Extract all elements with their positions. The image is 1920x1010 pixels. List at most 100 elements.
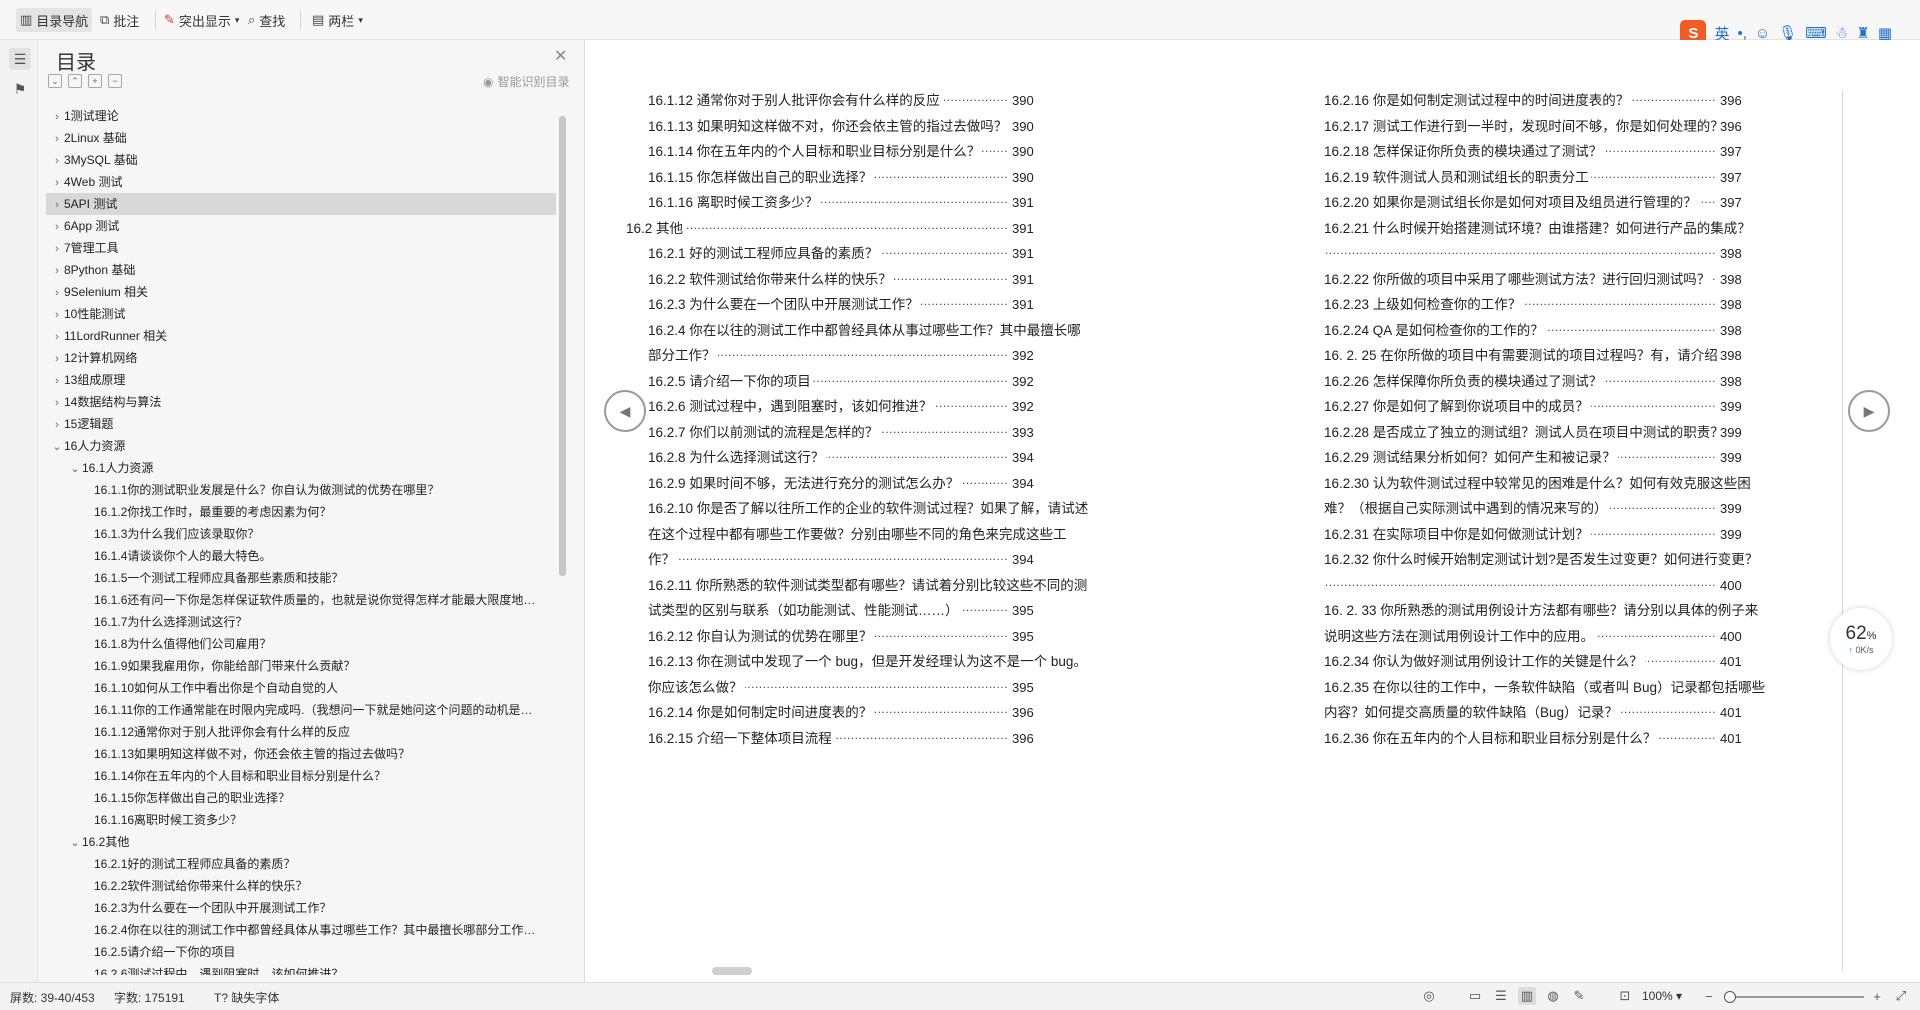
toc-item[interactable]: 16.2.1好的测试工程师应具备的素质？ <box>46 853 556 875</box>
eye-protect-icon[interactable]: ◎ <box>1420 987 1438 1005</box>
toc-entry[interactable]: 作？ <box>648 549 677 571</box>
pen-icon[interactable]: ✎ <box>1570 987 1588 1005</box>
toc-entry[interactable]: 16.2.30 认为软件测试过程中较常见的困难是什么？如何有效克服这些困 <box>1324 472 1753 495</box>
toc-entry[interactable]: 16.2.23 上级如何检查你的工作？ <box>1324 294 1524 316</box>
toc-entry[interactable]: 16.2.19 软件测试人员和测试组长的职责分工 <box>1324 166 1591 189</box>
highlight-button[interactable]: ✎ 突出显示 ▾ <box>160 8 243 32</box>
smart-toc-button[interactable]: ◉ 智能识别目录 <box>483 73 570 90</box>
toc-item[interactable]: › 3MySQL 基础 <box>46 149 556 171</box>
toc-entry[interactable]: 16.2.28 是否成立了独立的测试组？测试人员在项目中测试的职责？ <box>1324 421 1726 444</box>
toc-item[interactable]: › 9Selenium 相关 <box>46 281 556 303</box>
toc-item[interactable]: 16.1.2你找工作时，最重要的考虑因素为何？ <box>46 501 556 523</box>
toc-item[interactable]: › 15逻辑题 <box>46 413 556 435</box>
toc-item[interactable]: 16.1.12通常你对于别人批评你会有什么样的反应 <box>46 721 556 743</box>
toc-scrollbar[interactable] <box>559 108 566 978</box>
toc-item[interactable]: 16.1.8为什么值得他们公司雇用？ <box>46 633 556 655</box>
toc-entry[interactable]: 16.2.24 QA 是如何检查你的工作的？ <box>1324 319 1546 342</box>
toc-entry[interactable]: 部分工作？ <box>648 345 718 367</box>
toc-entry[interactable]: 16.2.21 什么时候开始搭建测试环境？由谁搭建？如何进行产品的集成？ <box>1324 217 1753 240</box>
toc-entry[interactable]: 16.2.16 你是如何制定测试过程中的时间进度表的？ <box>1324 90 1632 112</box>
toc-entry[interactable]: 内容？如何提交高质量的软件缺陷（Bug）记录？ <box>1324 702 1621 724</box>
toc-item[interactable]: › 4Web 测试 <box>46 171 556 193</box>
toc-entry[interactable]: 16.2 其他 <box>626 217 686 240</box>
zoom-in-icon[interactable]: + <box>1868 987 1886 1005</box>
scrollbar-thumb[interactable] <box>712 967 752 975</box>
chevron-right-icon[interactable]: › <box>50 370 64 391</box>
toc-item[interactable]: 16.1.3为什么我们应该录取你？ <box>46 523 556 545</box>
chevron-right-icon[interactable]: › <box>50 260 64 281</box>
toc-entry[interactable]: 16.2.10 你是否了解以往所工作的企业的软件测试过程？如果了解，请试述 <box>648 498 1091 520</box>
zoom-level[interactable]: 100% ▾ <box>1642 989 1682 1003</box>
toc-entry[interactable]: 试类型的区别与联系（如功能测试、性能测试……） <box>648 600 961 622</box>
toc-entry[interactable]: 16.2.20 如果你是测试组长你是如何对项目及组员进行管理的？ <box>1324 192 1699 214</box>
toc-item[interactable]: 16.1.15你怎样做出自己的职业选择？ <box>46 787 556 809</box>
outline-view-icon[interactable]: ☰ <box>1492 987 1510 1005</box>
toc-item[interactable]: 16.1.5一个测试工程师应具备那些素质和技能？ <box>46 567 556 589</box>
network-speed-widget[interactable]: 62% ↑ 0K/s <box>1830 608 1892 670</box>
toc-item[interactable]: 16.1.10如何从工作中看出你是个自动自觉的人 <box>46 677 556 699</box>
chevron-right-icon[interactable]: › <box>50 238 64 259</box>
toc-item[interactable]: 16.2.3为什么要在一个团队中开展测试工作？ <box>46 897 556 919</box>
toc-entry[interactable]: 16.2.15 介绍一下整体项目流程 <box>648 727 834 750</box>
close-icon[interactable]: ✕ <box>554 46 567 66</box>
toc-entry[interactable]: 16.2.26 怎样保障你所负责的模块通过了测试？ <box>1324 370 1605 393</box>
toc-entry[interactable]: 16.1.14 你在五年内的个人目标和职业目标分别是什么？ <box>648 141 983 163</box>
toc-entry[interactable]: 16.2.36 你在五年内的个人目标和职业目标分别是什么？ <box>1324 727 1659 750</box>
prev-page-button[interactable]: ◀ <box>604 390 646 432</box>
collapse-all-icon[interactable]: ⌄ <box>48 74 62 88</box>
toc-item[interactable]: 16.1.13如果明知这样做不对，你还会依主管的指过去做吗？ <box>46 743 556 765</box>
toc-entry[interactable]: 16.2.9 如果时间不够，无法进行充分的测试怎么办？ <box>648 472 962 495</box>
next-page-button[interactable]: ▶ <box>1848 390 1890 432</box>
toc-item[interactable]: 16.2.5请介绍一下你的项目 <box>46 941 556 963</box>
toc-item[interactable]: 16.1.16离职时候工资多少？ <box>46 809 556 831</box>
chevron-right-icon[interactable]: › <box>50 326 64 347</box>
toc-item[interactable]: ⌄ 16.2其他 <box>46 831 556 853</box>
toc-entry[interactable]: 16.2.32 你什么时候开始制定测试计划?是否发生过变更？如何进行变更？ <box>1324 549 1761 571</box>
toc-entry[interactable]: 说明这些方法在测试用例设计工作中的应用。 <box>1324 625 1596 648</box>
toc-item[interactable]: 16.1.6还有问一下你是怎样保证软件质量的，也就是说你觉得怎样才能最大限度地… <box>46 589 556 611</box>
toc-item[interactable]: ⌄ 16人力资源 <box>46 435 556 457</box>
toc-entry[interactable]: 16.2.29 测试结果分析如何？如何产生和被记录？ <box>1324 447 1618 469</box>
toc-entry[interactable]: 16.2.2 软件测试给你带来什么样的快乐？ <box>648 268 894 291</box>
toc-entry[interactable]: 16.1.15 你怎样做出自己的职业选择？ <box>648 166 875 189</box>
chevron-right-icon[interactable]: › <box>50 150 64 171</box>
toc-entry[interactable]: 16.2.11 你所熟悉的软件测试类型都有哪些？请试着分别比较这些不同的测 <box>648 574 1090 597</box>
fullscreen-icon[interactable]: ⤢ <box>1892 987 1910 1005</box>
zoom-out-icon[interactable]: − <box>1700 987 1718 1005</box>
toc-item[interactable]: › 1测试理论 <box>46 105 556 127</box>
toc-nav-button[interactable]: ▥ 目录导航 <box>16 8 93 32</box>
chevron-right-icon[interactable]: › <box>50 128 64 149</box>
add-icon[interactable]: + <box>88 74 102 88</box>
toc-entry[interactable]: 16. 2. 25 在你所做的项目中有需要测试的项目过程吗？有，请介绍。 <box>1324 345 1734 367</box>
toc-item[interactable]: › 6App 测试 <box>46 215 556 237</box>
toc-item[interactable]: › 13组成原理 <box>46 369 556 391</box>
toc-item[interactable]: › 2Linux 基础 <box>46 127 556 149</box>
toc-entry[interactable]: 16.1.12 通常你对于别人批评你会有什么样的反应 <box>648 90 942 112</box>
toc-entry[interactable]: 16. 2. 33 你所熟悉的测试用例设计方法都有哪些？请分别以具体的例子来 <box>1324 600 1761 622</box>
toc-entry[interactable]: 16.1.13 如果明知这样做不对，你还会依主管的指过去做吗？ <box>648 115 1010 138</box>
toc-item[interactable]: › 7管理工具 <box>46 237 556 259</box>
toc-item[interactable]: 16.1.14你在五年内的个人目标和职业目标分别是什么？ <box>46 765 556 787</box>
horizontal-scrollbar[interactable] <box>592 964 1912 976</box>
bookmark-icon[interactable]: ⚑ <box>9 78 31 100</box>
chevron-right-icon[interactable]: › <box>50 194 64 215</box>
toc-item[interactable]: 16.2.4你在以往的测试工作中都曾经具体从事过哪些工作？其中最擅长哪部分工作… <box>46 919 556 941</box>
toc-entry[interactable]: 16.2.1 好的测试工程师应具备的素质？ <box>648 243 881 265</box>
punctuation-icon[interactable]: •, <box>1737 25 1746 42</box>
toc-item[interactable]: › 10性能测试 <box>46 303 556 325</box>
toc-entry[interactable]: 16.2.17 测试工作进行到一半时，发现时间不够，你是如何处理的？ <box>1324 115 1726 138</box>
toc-entry[interactable]: 在这个过程中都有哪些工作要做？分别由哪些不同的角色来完成这些工 <box>648 523 1069 546</box>
two-page-view-icon[interactable]: ▥ <box>1518 987 1536 1005</box>
chevron-right-icon[interactable]: › <box>50 392 64 413</box>
toc-entry[interactable]: 16.2.4 你在以往的测试工作中都曾经具体从事过哪些工作？其中最擅长哪 <box>648 319 1083 342</box>
chevron-right-icon[interactable]: › <box>50 414 64 435</box>
zoom-slider[interactable] <box>1724 991 1864 1003</box>
toc-item[interactable]: › 5API 测试 <box>46 193 556 215</box>
two-column-button[interactable]: ▤ 两栏 ▾ <box>308 8 367 32</box>
toc-entry[interactable]: 16.2.7 你们以前测试的流程是怎样的？ <box>648 421 881 444</box>
web-view-icon[interactable]: ◍ <box>1544 987 1562 1005</box>
chevron-down-icon[interactable]: ⌄ <box>68 458 82 479</box>
toc-entry[interactable] <box>1324 574 1326 597</box>
page-view-icon[interactable]: ▭ <box>1466 987 1484 1005</box>
toc-entry[interactable]: 16.2.18 怎样保证你所负责的模块通过了测试？ <box>1324 141 1605 163</box>
